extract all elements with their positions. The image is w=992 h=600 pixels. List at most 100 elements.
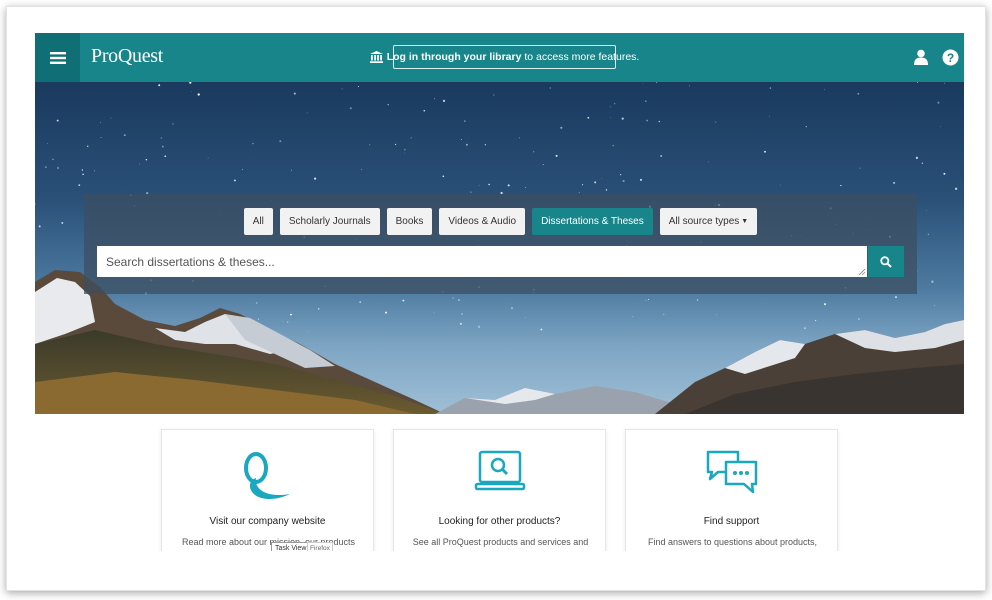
proquest-logo[interactable]: ProQuest xyxy=(91,45,163,68)
star xyxy=(395,143,397,145)
star xyxy=(290,169,293,171)
star xyxy=(433,311,435,313)
tab-label: All source types xyxy=(668,216,740,227)
star xyxy=(605,189,608,191)
star xyxy=(341,88,343,90)
help-button[interactable]: ? xyxy=(941,48,959,66)
star xyxy=(461,313,463,315)
star xyxy=(768,115,770,117)
svg-text:?: ? xyxy=(946,51,953,65)
star xyxy=(594,181,597,184)
user-button[interactable] xyxy=(912,48,930,66)
star xyxy=(533,151,535,153)
star xyxy=(823,89,825,91)
star xyxy=(769,87,772,89)
proquest-page: ProQuest Log in through your library to … xyxy=(35,33,964,553)
star xyxy=(385,311,387,314)
star xyxy=(859,167,861,169)
menu-button[interactable] xyxy=(35,33,80,82)
star xyxy=(459,322,462,325)
star xyxy=(478,185,480,187)
star xyxy=(921,162,924,164)
star xyxy=(403,148,406,151)
star xyxy=(434,98,435,100)
star xyxy=(622,180,625,183)
card-title: Visit our company website xyxy=(209,516,326,527)
hero-banner: All Scholarly Journals Books Videos & Au… xyxy=(35,82,964,414)
tab-label: Videos & Audio xyxy=(448,216,517,227)
tab-all[interactable]: All xyxy=(243,208,273,235)
star xyxy=(359,301,362,304)
card-company-website[interactable]: Visit our company website Read more abou… xyxy=(161,429,374,553)
star xyxy=(612,144,614,147)
star xyxy=(464,120,466,122)
star xyxy=(93,170,96,172)
star xyxy=(823,303,827,306)
star xyxy=(507,184,510,187)
star xyxy=(306,112,308,114)
star xyxy=(470,191,472,193)
search-button[interactable] xyxy=(868,246,904,277)
search-input[interactable]: Search dissertations & theses... xyxy=(97,246,867,277)
star xyxy=(858,318,860,320)
star xyxy=(47,142,48,144)
star xyxy=(614,102,616,105)
star xyxy=(35,203,36,205)
star xyxy=(286,321,289,323)
star xyxy=(293,92,296,95)
tab-books[interactable]: Books xyxy=(386,208,433,235)
star xyxy=(110,117,112,119)
star xyxy=(601,177,603,179)
star xyxy=(189,82,192,84)
star xyxy=(493,94,495,96)
star xyxy=(519,137,520,139)
star xyxy=(465,143,468,146)
star xyxy=(805,125,807,128)
star xyxy=(317,308,320,310)
source-types-dropdown[interactable]: All source types ▼ xyxy=(659,208,758,235)
card-find-support[interactable]: Find support Find answers to questions a… xyxy=(625,429,838,553)
star xyxy=(308,331,309,332)
star xyxy=(369,144,371,146)
star xyxy=(82,173,84,176)
star xyxy=(44,166,47,169)
star xyxy=(939,125,941,127)
proquest-q-logo-icon xyxy=(243,452,290,499)
star xyxy=(452,297,454,299)
star xyxy=(915,156,918,159)
tab-dissertations-theses[interactable]: Dissertations & Theses xyxy=(532,208,653,235)
star xyxy=(663,313,665,315)
card-text: Read more about our mission, our product… xyxy=(181,537,356,547)
card-title: Find support xyxy=(703,516,760,527)
star xyxy=(937,101,940,104)
star xyxy=(931,280,934,283)
caret-down-icon: ▼ xyxy=(741,218,749,225)
star xyxy=(164,155,167,158)
star xyxy=(252,142,254,145)
star xyxy=(61,221,64,224)
star xyxy=(857,92,860,95)
star xyxy=(620,174,622,176)
star xyxy=(460,139,462,140)
star xyxy=(708,161,709,163)
star xyxy=(542,164,544,166)
star xyxy=(840,184,842,187)
star xyxy=(540,328,543,331)
tab-videos-audio[interactable]: Videos & Audio xyxy=(439,208,526,235)
library-login-link[interactable]: Log in through your library to access mo… xyxy=(369,45,639,69)
tab-scholarly-journals[interactable]: Scholarly Journals xyxy=(279,208,380,235)
star xyxy=(207,157,209,159)
card-other-products[interactable]: Looking for other products? See all ProQ… xyxy=(393,429,606,553)
resize-grip-icon[interactable] xyxy=(859,269,865,275)
star xyxy=(716,314,718,316)
menu-icon xyxy=(49,51,66,64)
user-icon xyxy=(914,49,928,65)
star xyxy=(582,184,584,186)
star xyxy=(803,327,806,330)
star xyxy=(52,158,54,161)
star xyxy=(282,320,284,322)
star xyxy=(696,299,699,301)
star xyxy=(233,179,236,182)
star xyxy=(525,186,527,188)
star xyxy=(933,304,935,306)
